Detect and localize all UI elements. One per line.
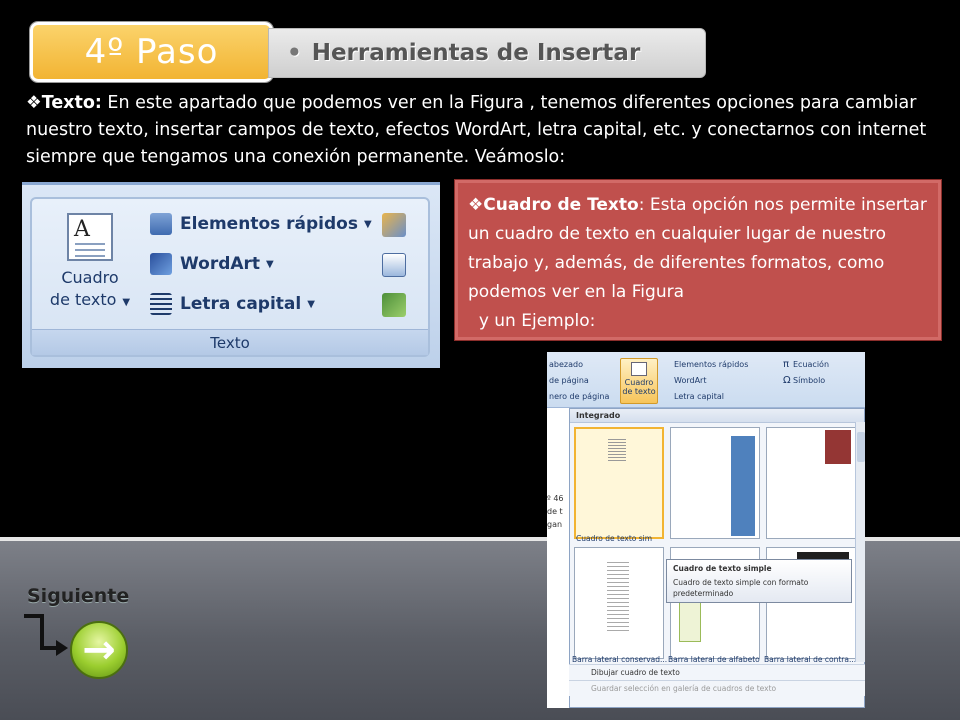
bullet-icon: •	[287, 40, 302, 66]
gallery-item[interactable]	[766, 427, 856, 539]
slide-title: Herramientas de Insertar	[311, 40, 641, 66]
gallery-caption: Cuadro de texto sim	[576, 534, 653, 543]
shot-ribbon-left: de página	[549, 376, 589, 385]
drop-cap-button[interactable]: Letra capital ▼	[150, 293, 315, 315]
drop-cap-icon	[150, 293, 172, 315]
gallery-menu: Dibujar cuadro de texto Guardar selecció…	[569, 664, 865, 696]
ribbon-group-label: Texto	[32, 329, 428, 355]
text-box-icon	[631, 362, 647, 376]
box-lead: Cuadro de Texto	[483, 195, 639, 215]
chevron-down-icon: ▼	[122, 297, 131, 308]
shot-ribbon-left: nero de página	[549, 392, 610, 401]
gallery-scrollbar[interactable]	[855, 422, 865, 662]
chevron-down-icon: ▼	[266, 258, 274, 270]
diamond-bullet-icon: ❖	[26, 93, 42, 113]
object-icon	[382, 293, 406, 317]
pi-icon: π	[783, 359, 790, 370]
gallery-panel: Integrado Cuadro de texto sim Barra late…	[569, 408, 865, 708]
quick-parts-label: Elementos rápidos	[180, 214, 358, 234]
gallery-item[interactable]	[574, 547, 664, 659]
arrow-right-icon: →	[82, 627, 116, 673]
ribbon-screenshot: A Cuadro de texto ▼ Elementos rápidos ▼ W…	[22, 182, 440, 368]
text-box-label-1: Cuadro	[61, 268, 119, 287]
insert-object-button[interactable]	[382, 291, 422, 319]
intro-body: En este apartado que podemos ver en la F…	[26, 93, 927, 167]
step-label: 4º Paso	[84, 32, 219, 72]
step-badge: 4º Paso	[30, 22, 273, 82]
document-fragment: º 46 de t gan	[547, 494, 564, 529]
next-label: Siguiente	[27, 585, 130, 607]
gallery-header: Integrado	[570, 409, 864, 423]
gallery-caption: Barra lateral conservad...	[572, 655, 668, 664]
text-box-label-2: de texto	[49, 290, 117, 309]
box-tail: y un Ejemplo:	[478, 311, 596, 331]
chevron-down-icon: ▼	[363, 218, 372, 230]
gallery-caption: Barra lateral de alfabeto	[668, 655, 760, 664]
chevron-down-icon: ▼	[307, 298, 315, 310]
signature-line-button[interactable]	[382, 211, 422, 239]
wordart-label: WordArt	[180, 254, 261, 274]
title-bar: • Herramientas de Insertar	[268, 28, 706, 78]
diamond-bullet-icon: ❖	[468, 195, 484, 215]
wordart-icon	[150, 253, 172, 275]
omega-icon: Ω	[783, 375, 791, 386]
shot-text-box-button[interactable]: Cuadro de texto	[620, 358, 658, 404]
intro-lead: Texto:	[41, 93, 102, 113]
shot-ribbon-left: abezado	[549, 360, 583, 369]
gallery-tooltip: Cuadro de texto simple Cuadro de texto s…	[666, 559, 852, 603]
wordart-button[interactable]: WordArt ▼	[150, 253, 274, 275]
quick-parts-icon	[150, 213, 172, 235]
gallery-item[interactable]	[670, 427, 760, 539]
shot-big-label-2: de texto	[622, 387, 656, 396]
draw-text-box-menu-item[interactable]: Dibujar cuadro de texto	[569, 664, 865, 680]
ribbon-group: A Cuadro de texto ▼ Elementos rápidos ▼ W…	[30, 197, 430, 357]
tooltip-title: Cuadro de texto simple	[673, 564, 772, 573]
shot-ribbon-mid: Elementos rápidos	[674, 360, 749, 369]
calendar-icon	[382, 253, 406, 277]
gallery-item[interactable]	[574, 427, 664, 539]
shot-big-label-1: Cuadro	[624, 378, 654, 387]
save-selection-menu-item[interactable]: Guardar selección en galería de cuadros …	[569, 680, 865, 696]
next-button[interactable]: →	[70, 621, 128, 679]
drop-cap-label: Letra capital	[180, 294, 302, 314]
quick-parts-button[interactable]: Elementos rápidos ▼	[150, 213, 372, 235]
signature-icon	[382, 213, 406, 237]
intro-paragraph: ❖Texto: En este apartado que podemos ver…	[26, 90, 946, 171]
tooltip-body: Cuadro de texto simple con formato prede…	[673, 578, 809, 598]
shot-ribbon: abezado de página nero de página Cuadro …	[547, 352, 865, 408]
shot-ribbon-right: Ecuación	[793, 360, 830, 369]
gallery-screenshot: abezado de página nero de página Cuadro …	[547, 352, 865, 708]
gallery-caption: Barra lateral de contra...	[764, 655, 857, 664]
date-time-button[interactable]	[382, 251, 422, 279]
text-box-description: ❖Cuadro de Texto: Esta opción nos permit…	[455, 180, 941, 340]
text-box-button[interactable]: A Cuadro de texto ▼	[42, 209, 138, 314]
hook-arrow-icon	[24, 614, 68, 656]
shot-ribbon-right: Símbolo	[793, 376, 826, 385]
text-box-icon: A	[67, 213, 113, 261]
shot-ribbon-mid: WordArt	[674, 376, 707, 385]
shot-ribbon-mid: Letra capital	[674, 392, 724, 401]
